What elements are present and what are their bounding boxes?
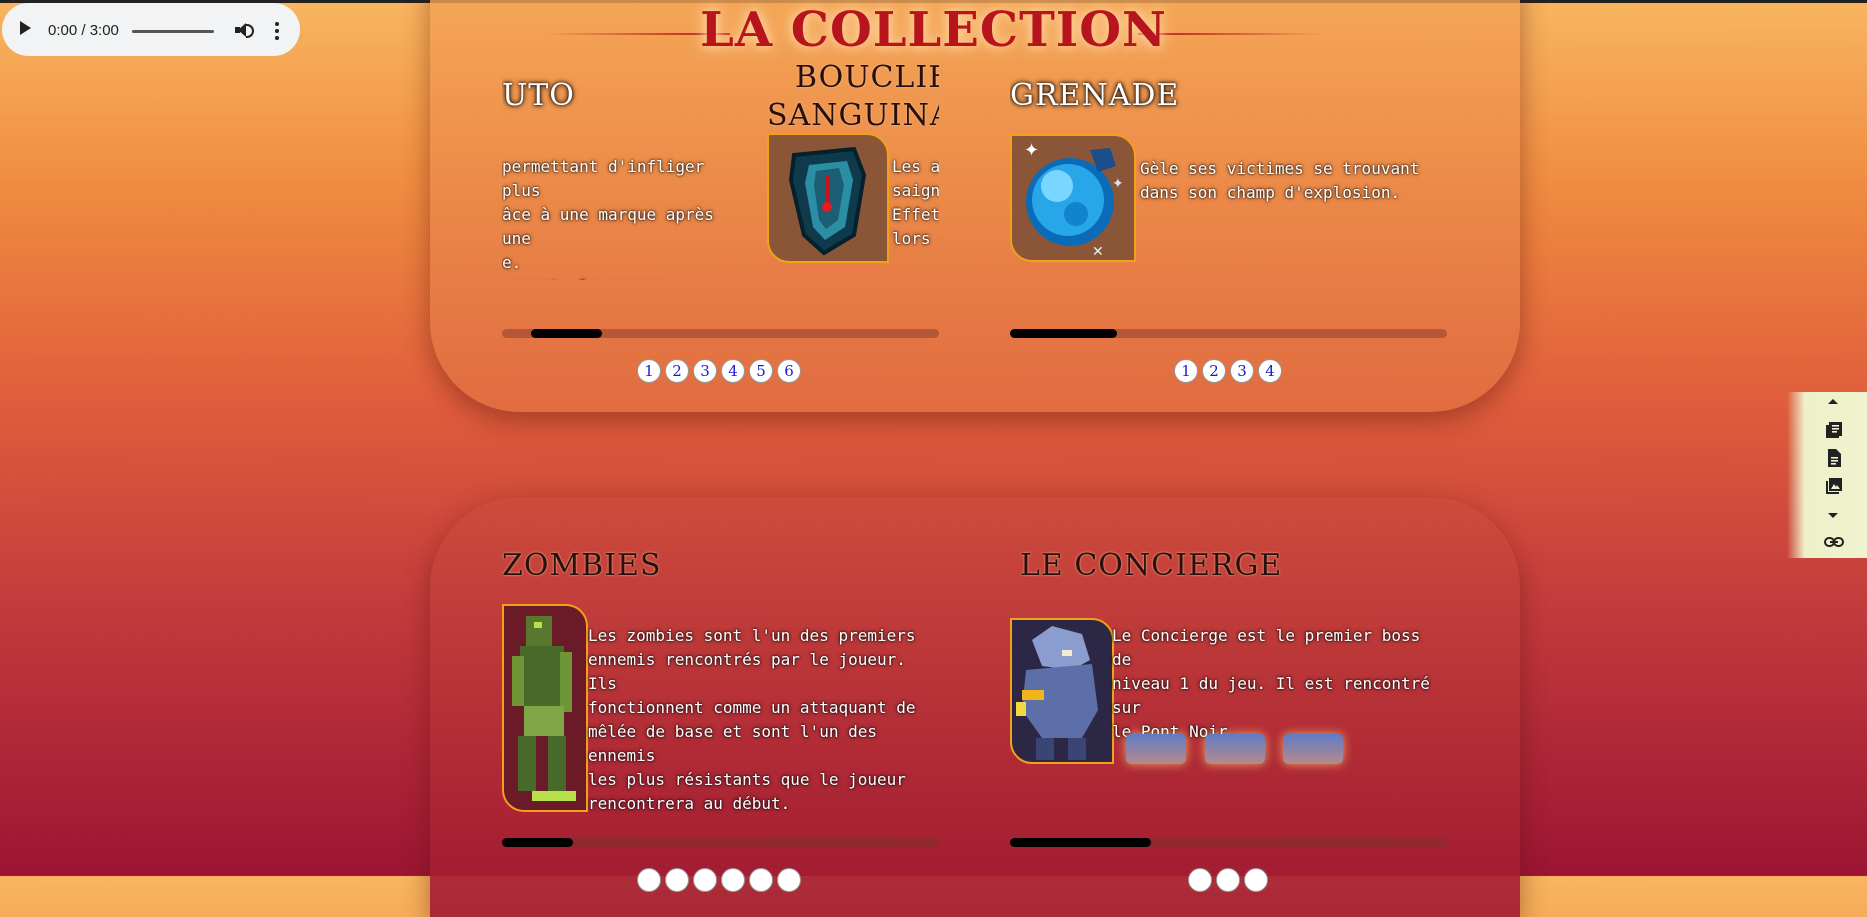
card-heading: BOUCLIER	[795, 60, 939, 95]
audio-time: 0:00 / 3:00	[48, 22, 119, 39]
document-icon[interactable]	[1824, 448, 1844, 468]
svg-text:✦: ✦	[1024, 140, 1039, 161]
image-icon[interactable]	[1824, 476, 1844, 496]
boss-image-concierge	[1010, 618, 1114, 764]
page-button-4[interactable]: 4	[1258, 359, 1282, 383]
page-button[interactable]	[749, 868, 773, 892]
page-button-1[interactable]: 1	[637, 359, 661, 383]
carousel-bosses[interactable]: LE CONCIERGE Le Concierge est le premier…	[1010, 540, 1447, 822]
gallery-thumbnail[interactable]	[1126, 734, 1186, 764]
scrollbar-thumb[interactable]	[502, 838, 573, 847]
pagination	[637, 868, 801, 892]
audio-player[interactable]: 0:00 / 3:00	[2, 3, 300, 56]
page-button-5[interactable]: 5	[749, 359, 773, 383]
page-button[interactable]	[693, 868, 717, 892]
card-heading: GRENADE	[1010, 78, 1180, 113]
page-button-2[interactable]: 2	[665, 359, 689, 383]
grenade-icon: ✦ ✦ ✕	[1024, 140, 1124, 260]
play-icon[interactable]	[20, 21, 31, 35]
carousel-enemies[interactable]: ZOMBIES Les zombies sont l'un des premie…	[502, 540, 939, 822]
audio-seek-bar[interactable]	[132, 30, 214, 33]
boss-icon	[1016, 626, 1098, 760]
page-button[interactable]	[777, 868, 801, 892]
card-heading: ZOMBIES	[502, 548, 662, 583]
page-button[interactable]	[637, 868, 661, 892]
side-toolbar	[1787, 392, 1867, 558]
svg-text:✦: ✦	[1112, 176, 1124, 192]
scrollbar-thumb[interactable]	[1010, 838, 1151, 847]
expand-down-icon[interactable]	[1828, 513, 1838, 518]
carousel-grenades[interactable]: GRENADE ✦ ✦ ✕ Gèle ses victimes se trouv…	[1010, 40, 1447, 280]
shield-icon	[788, 146, 867, 256]
card-description: permettant d'infliger plus âce à une mar…	[502, 157, 714, 280]
pagination: 1 2 3 4	[1174, 359, 1282, 383]
more-options-icon[interactable]	[275, 22, 279, 40]
scrollbar-thumb[interactable]	[531, 329, 602, 338]
card-description: Gèle ses victimes se trouvant dans son c…	[1140, 159, 1420, 202]
page-button-2[interactable]: 2	[1202, 359, 1226, 383]
page-button-3[interactable]: 3	[1230, 359, 1254, 383]
gallery-thumbnail[interactable]	[1283, 734, 1343, 764]
page-button[interactable]	[1216, 868, 1240, 892]
collapse-up-icon[interactable]	[1828, 399, 1838, 404]
carousel-scrollbar[interactable]	[502, 329, 939, 338]
page-button-1[interactable]: 1	[1174, 359, 1198, 383]
page-button[interactable]	[721, 868, 745, 892]
item-image-bouclier	[767, 133, 889, 263]
carousel-scrollbar[interactable]	[502, 838, 939, 847]
card-description: Les at saigne Effet lors c	[892, 157, 939, 248]
card-heading: UTO	[502, 78, 575, 113]
page-button[interactable]	[665, 868, 689, 892]
pagination: 1 2 3 4 5 6	[637, 359, 801, 383]
gallery-thumbnail[interactable]	[1205, 734, 1265, 764]
svg-text:✕: ✕	[1092, 244, 1104, 260]
carousel-scrollbar[interactable]	[1010, 329, 1447, 338]
pagination	[1188, 868, 1268, 892]
card-description: Les zombies sont l'un des premiers ennem…	[588, 626, 916, 813]
enemy-image-zombie	[502, 604, 588, 812]
book-icon[interactable]	[1824, 420, 1844, 440]
card-heading: LE CONCIERGE	[1020, 548, 1283, 583]
page-button-4[interactable]: 4	[721, 359, 745, 383]
page-button-6[interactable]: 6	[777, 359, 801, 383]
scrollbar-thumb[interactable]	[1010, 329, 1117, 338]
zombie-icon	[512, 616, 576, 801]
page-button-3[interactable]: 3	[693, 359, 717, 383]
page-button[interactable]	[1244, 868, 1268, 892]
carousel-scrollbar[interactable]	[1010, 838, 1447, 847]
link-icon[interactable]	[1824, 532, 1844, 552]
card-heading: SANGUINAI	[767, 98, 939, 133]
card-description: Le Concierge est le premier boss de nive…	[1112, 626, 1430, 741]
carousel-weapons[interactable]: UTO permettant d'infliger plus âce à une…	[502, 40, 939, 280]
item-image-grenade: ✦ ✦ ✕	[1010, 134, 1136, 262]
page-button[interactable]	[1188, 868, 1212, 892]
volume-icon[interactable]	[235, 22, 254, 38]
